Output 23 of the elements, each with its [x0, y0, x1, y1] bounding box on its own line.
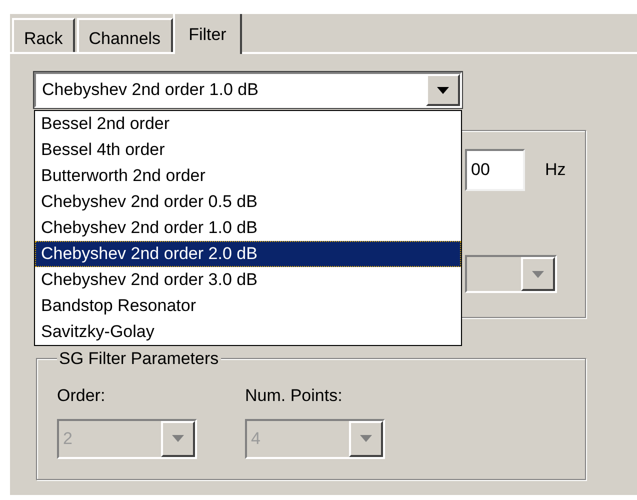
caret-icon [437, 86, 449, 94]
tab[interactable]: Filter [172, 14, 242, 54]
dropdown-option[interactable]: Chebyshev 2nd order 0.5 dB [35, 189, 461, 215]
caret-icon [532, 270, 544, 278]
dropdown-arrow-button[interactable] [426, 74, 460, 106]
field-label: Order: [57, 385, 106, 407]
dropdown-option[interactable]: Chebyshev 2nd order 2.0 dB [35, 241, 461, 267]
filter-type-select[interactable]: Chebyshev 2nd order 1.0 dB [34, 72, 462, 108]
dropdown-option[interactable]: Chebyshev 2nd order 3.0 dB [35, 267, 461, 293]
dropdown-option[interactable]: Butterworth 2nd order [35, 163, 461, 189]
tab[interactable]: Channels [76, 18, 173, 52]
dropdown-option[interactable]: Bandstop Resonator [35, 293, 461, 319]
dropdown-option[interactable]: Chebyshev 2nd order 1.0 dB [35, 215, 461, 241]
unit-label: Hz [545, 159, 566, 182]
dropdown-option[interactable]: Savitzky-Golay [35, 319, 461, 345]
caret-icon [172, 435, 184, 442]
caret-icon [360, 435, 372, 442]
field-label: Num. Points: [245, 385, 344, 407]
group-title: SG Filter Parameters [57, 350, 221, 367]
dropdown-option[interactable]: Bessel 2nd order [35, 111, 461, 137]
cutoff-field[interactable]: 00 [465, 149, 525, 191]
tab[interactable]: Rack [12, 18, 75, 52]
dropdown-option[interactable]: Bessel 4th order [35, 137, 461, 163]
